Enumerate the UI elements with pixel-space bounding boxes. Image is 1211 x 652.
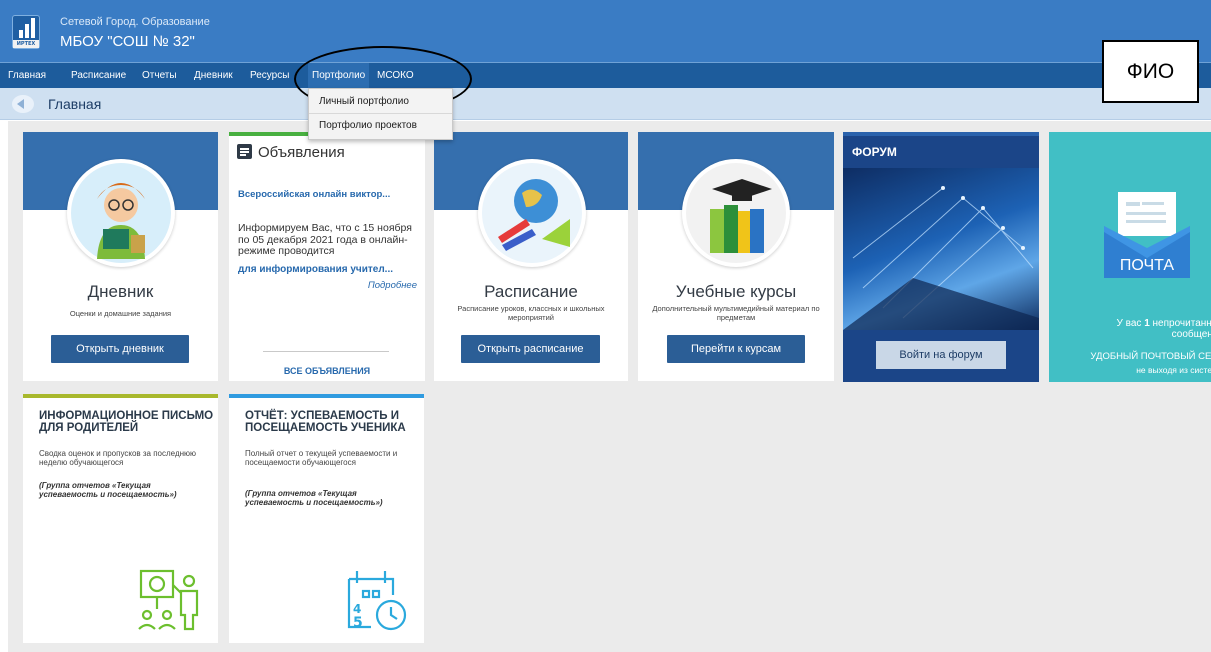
app-title: Сетевой Город. Образование bbox=[60, 16, 210, 28]
card-subtitle-courses: Дополнительный мультимедийный материал п… bbox=[652, 304, 820, 322]
forum-title: ФОРУМ bbox=[852, 145, 897, 159]
laptop-network-image bbox=[843, 168, 1039, 330]
diary-card: Дневник Оценки и домашние задания Открыт… bbox=[23, 132, 218, 381]
main-nav: Главная Расписание Отчеты Дневник Ресурс… bbox=[0, 62, 1211, 88]
report-card[interactable]: ОТЧЁТ: УСПЕВАЕМОСТЬ И ПОСЕЩАЕМОСТЬ УЧЕНИ… bbox=[229, 394, 424, 643]
mail-label: ПОЧТА bbox=[1120, 257, 1175, 274]
list-icon bbox=[237, 144, 252, 159]
nav-item-portfolio[interactable]: Портфолио bbox=[308, 63, 370, 88]
courses-card: Учебные курсы Дополнительный мультимедий… bbox=[638, 132, 834, 381]
page-title: Главная bbox=[48, 96, 102, 112]
globe-supplies-icon bbox=[478, 159, 586, 267]
announcements-heading: Объявления bbox=[237, 144, 345, 161]
all-announcements-link[interactable]: ВСЕ ОБЪЯВЛЕНИЯ bbox=[229, 366, 425, 376]
presentation-teacher-icon bbox=[138, 569, 199, 631]
card-title-courses: Учебные курсы bbox=[675, 282, 797, 301]
divider bbox=[263, 351, 389, 352]
nav-item-diary[interactable]: Дневник bbox=[190, 63, 237, 88]
open-schedule-button[interactable]: Открыть расписание bbox=[461, 335, 600, 363]
calendar-digit-5: 5 bbox=[353, 615, 363, 631]
announcement-bold-line: для информирования учител... bbox=[238, 264, 394, 275]
card-desc-parents-letter: Сводка оценок и пропусков за последнюю н… bbox=[39, 449, 197, 467]
breadcrumb: Главная bbox=[0, 88, 1211, 120]
nav-item-msoko[interactable]: МСОКО bbox=[373, 63, 418, 88]
card-accent-stripe bbox=[23, 394, 218, 398]
fio-label-box: ФИО bbox=[1102, 40, 1199, 103]
mail-card[interactable]: ПОЧТА У вас 1 непрочитанных сообщений УД… bbox=[1049, 132, 1211, 382]
calendar-clock-icon: 4 5 bbox=[347, 571, 407, 631]
card-subtitle-schedule: Расписание уроков, классных и школьных м… bbox=[457, 304, 605, 322]
calendar-digit-4: 4 bbox=[353, 602, 361, 616]
mail-promo-subtitle: не выходя из системы bbox=[1136, 365, 1211, 375]
card-accent-stripe bbox=[229, 394, 424, 398]
menu-divider bbox=[309, 113, 452, 114]
go-to-courses-button[interactable]: Перейти к курсам bbox=[667, 335, 805, 363]
dashboard-area: Дневник Оценки и домашние задания Открыт… bbox=[8, 121, 1211, 652]
nav-item-home[interactable]: Главная bbox=[4, 63, 50, 88]
school-name: МБОУ "СОШ № 32" bbox=[60, 33, 195, 50]
card-group-parents-letter: (Группа отчетов «Текущая успеваемость и … bbox=[39, 481, 177, 499]
nav-item-reports[interactable]: Отчеты bbox=[138, 63, 181, 88]
portfolio-dropdown-menu: Личный портфолио Портфолио проектов bbox=[308, 88, 453, 140]
schedule-card: Расписание Расписание уроков, классных и… bbox=[434, 132, 628, 381]
open-diary-button[interactable]: Открыть дневник bbox=[51, 335, 189, 363]
announcements-card: Объявления Всероссийская онлайн виктор..… bbox=[229, 132, 425, 381]
mail-promo-title: УДОБНЫЙ ПОЧТОВЫЙ СЕРВ bbox=[1090, 351, 1211, 362]
card-desc-report: Полный отчет о текущей успеваемости и по… bbox=[245, 449, 398, 467]
announcement-body: Информируем Вас, что с 15 ноября по 05 д… bbox=[238, 222, 412, 257]
books-cap-icon bbox=[682, 159, 790, 267]
card-title-schedule: Расписание bbox=[484, 282, 578, 301]
nav-item-schedule[interactable]: Расписание bbox=[67, 63, 130, 88]
card-subtitle-diary: Оценки и домашние задания bbox=[69, 309, 172, 318]
unread-count: 1 bbox=[1144, 318, 1150, 329]
enter-forum-button[interactable]: Войти на форум bbox=[876, 341, 1006, 369]
announcements-heading-text: Объявления bbox=[258, 144, 345, 161]
student-avatar-icon bbox=[67, 159, 175, 267]
envelope-icon: ПОЧТА bbox=[1104, 188, 1190, 278]
top-header: ИРТЕХ Сетевой Город. Образование МБОУ "С… bbox=[0, 0, 1211, 62]
announcement-link[interactable]: Всероссийская онлайн виктор... bbox=[238, 189, 390, 200]
read-more-link[interactable]: Подробнее bbox=[368, 280, 417, 291]
parents-letter-card[interactable]: ИНФОРМАЦИОННОЕ ПИСЬМО ДЛЯ РОДИТЕЛЕЙ Свод… bbox=[23, 394, 218, 643]
unread-messages-text: У вас 1 непрочитанных сообщений bbox=[1116, 318, 1211, 340]
logo-brand-text: ИРТЕХ bbox=[13, 40, 39, 48]
forum-card: ФОРУМ Войти на форум bbox=[843, 132, 1039, 382]
card-title-diary: Дневник bbox=[87, 282, 154, 301]
card-group-report: (Группа отчетов «Текущая успеваемость и … bbox=[245, 489, 383, 507]
menu-item-personal-portfolio[interactable]: Личный портфолио bbox=[319, 96, 409, 107]
app-logo[interactable]: ИРТЕХ bbox=[12, 15, 40, 49]
menu-item-project-portfolio[interactable]: Портфолио проектов bbox=[319, 120, 417, 131]
back-arrow-icon[interactable] bbox=[12, 95, 34, 113]
card-accent-stripe bbox=[843, 132, 1039, 136]
card-title-report: ОТЧЁТ: УСПЕВАЕМОСТЬ И ПОСЕЩАЕМОСТЬ УЧЕНИ… bbox=[245, 410, 406, 434]
card-title-parents-letter: ИНФОРМАЦИОННОЕ ПИСЬМО ДЛЯ РОДИТЕЛЕЙ bbox=[39, 410, 214, 434]
nav-item-resources[interactable]: Ресурсы bbox=[246, 63, 293, 88]
